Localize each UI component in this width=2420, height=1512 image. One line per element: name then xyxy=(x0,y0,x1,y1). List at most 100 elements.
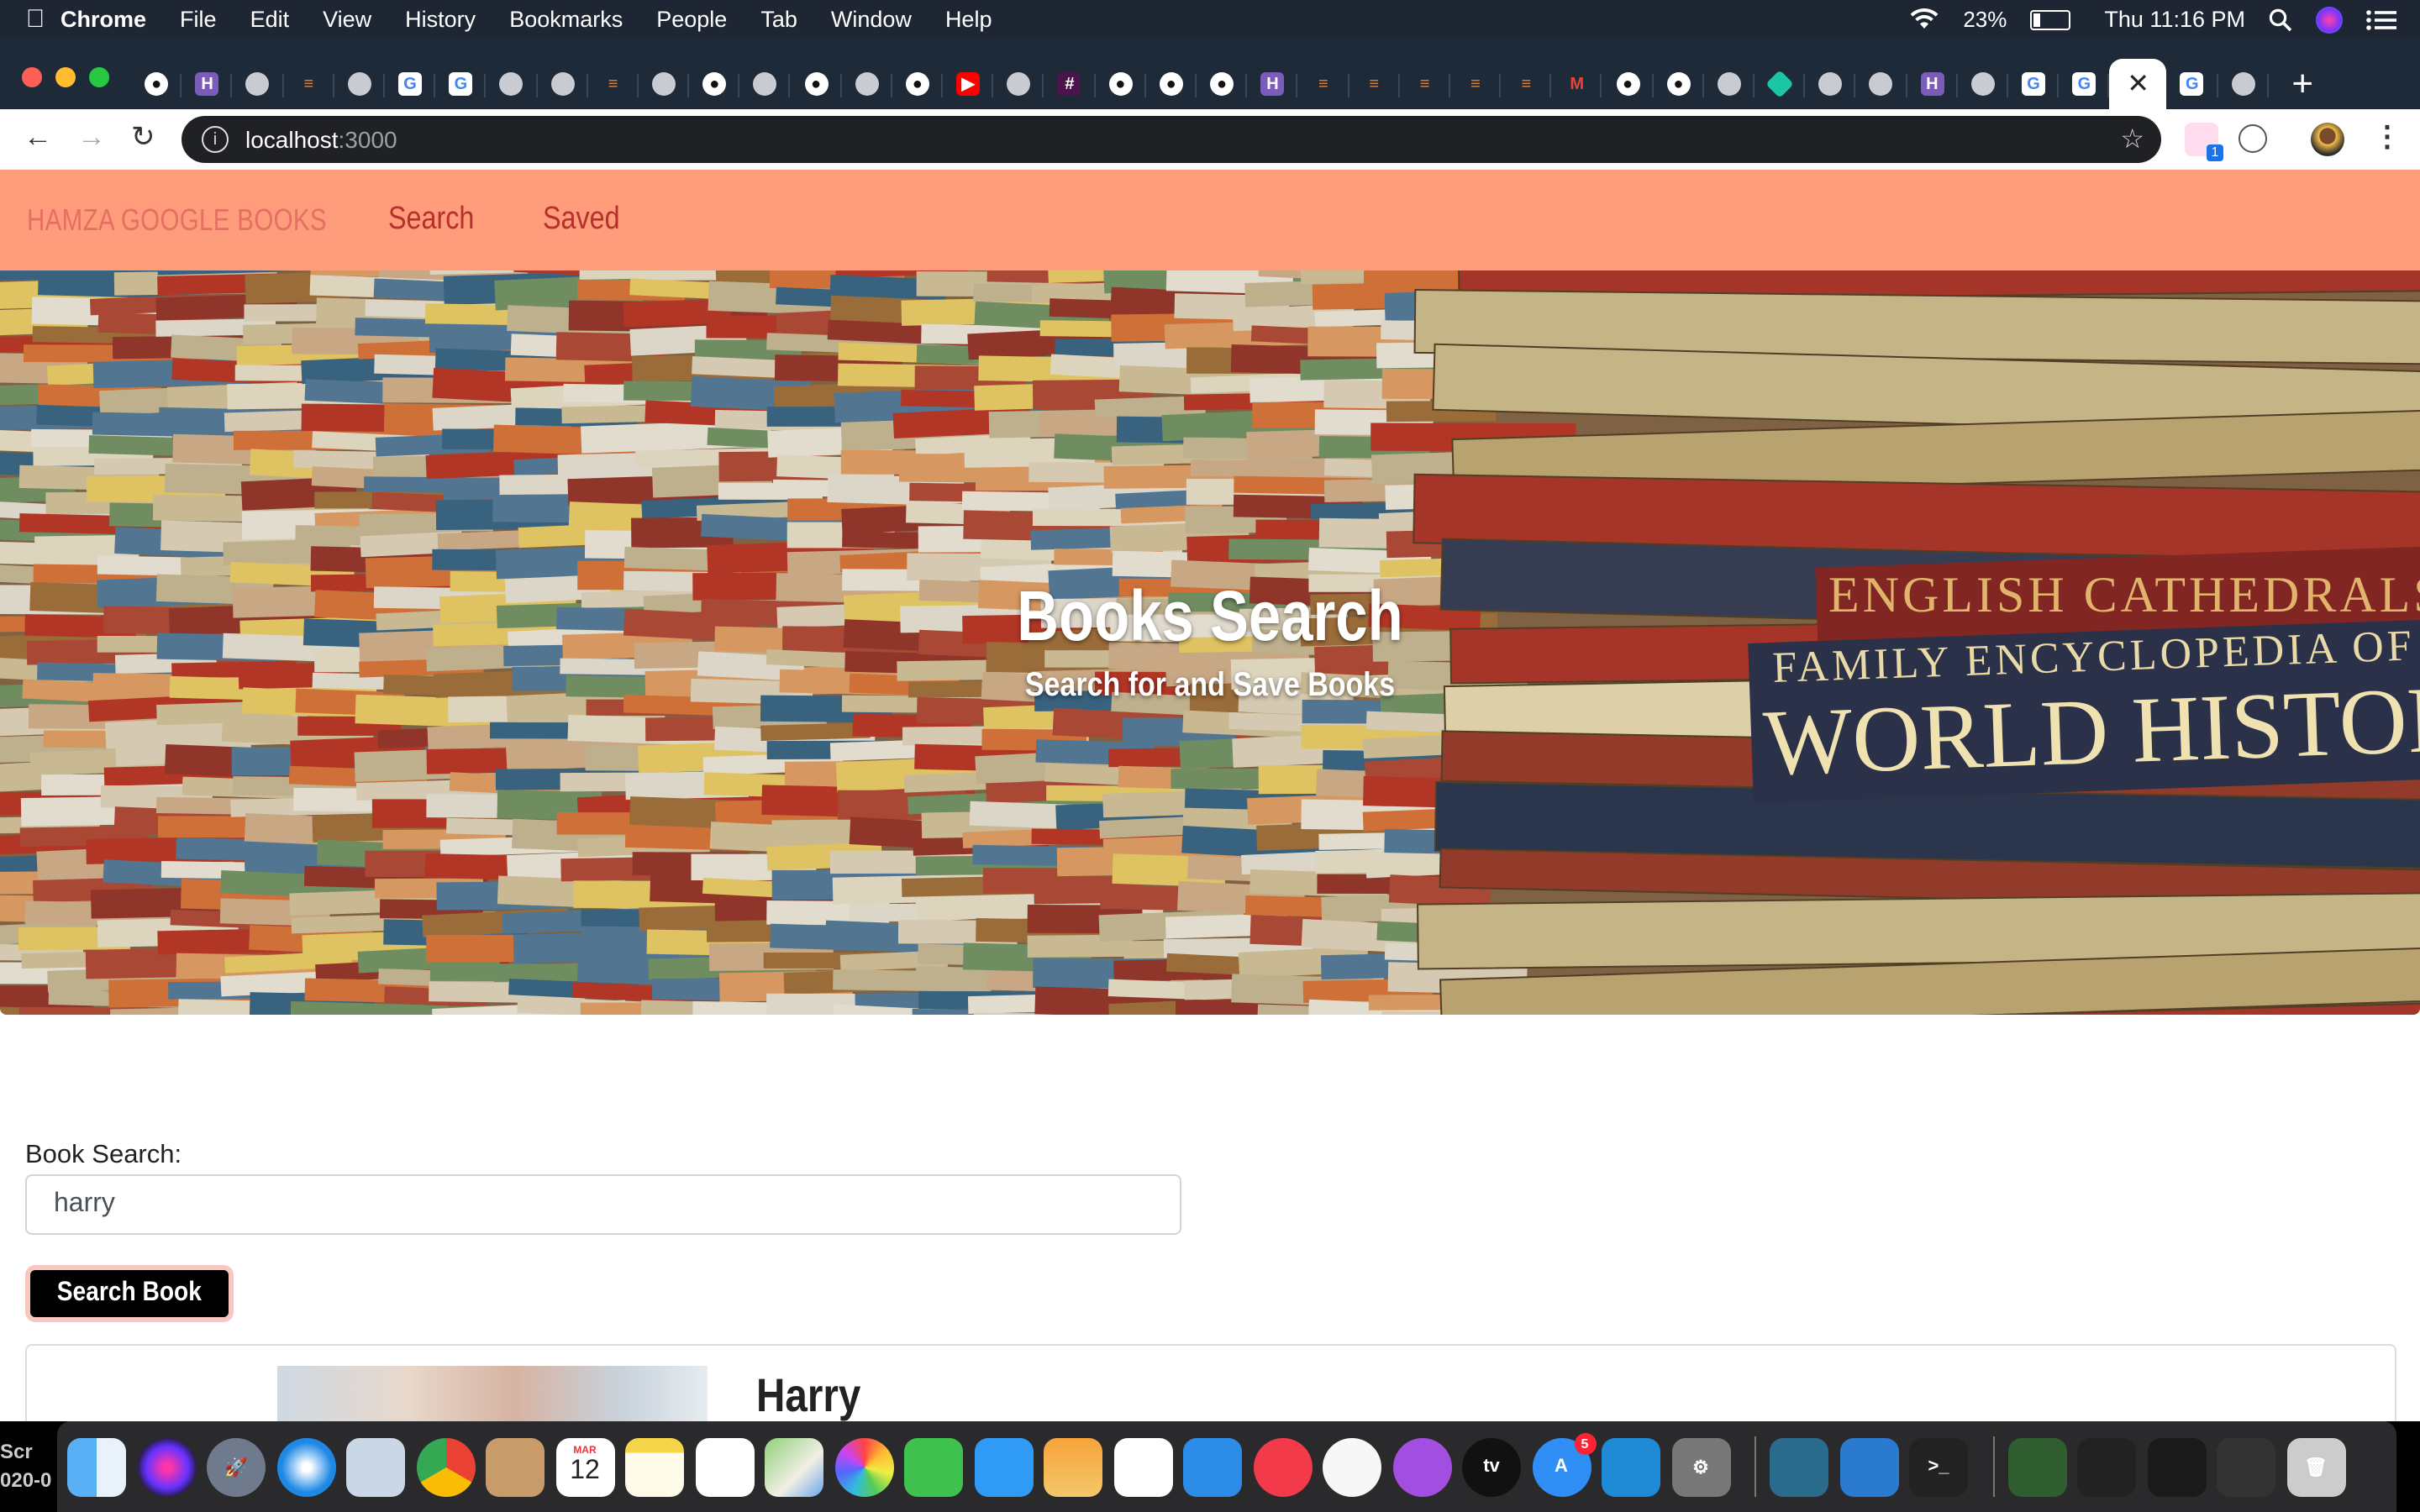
menu-edit[interactable]: Edit xyxy=(250,7,290,32)
maps-icon[interactable] xyxy=(765,1437,823,1496)
browser-tab[interactable]: ● xyxy=(791,60,842,108)
browser-tab[interactable]: ● xyxy=(1602,60,1654,108)
browser-tab[interactable]: ▶ xyxy=(943,60,994,108)
browser-tab[interactable]: ● xyxy=(689,60,740,108)
trash-icon[interactable]: 🗑 xyxy=(2286,1437,2345,1496)
browser-tab[interactable]: ≡ xyxy=(1501,60,1552,108)
browser-tab[interactable]: ≡ xyxy=(1450,60,1502,108)
spotlight-search-icon[interactable] xyxy=(2269,8,2292,31)
new-tab-button[interactable]: + xyxy=(2291,62,2313,106)
menubar-clock[interactable]: Thu 11:16 PM xyxy=(2104,7,2245,32)
browser-tab[interactable] xyxy=(334,60,386,108)
browser-tab[interactable]: H xyxy=(1247,60,1299,108)
browser-tab[interactable] xyxy=(537,60,588,108)
finder-icon[interactable] xyxy=(67,1437,126,1496)
reload-button[interactable]: ↻ xyxy=(131,121,155,155)
browser-tab[interactable] xyxy=(487,60,538,108)
minimized-window-2-icon[interactable] xyxy=(2077,1437,2136,1496)
browser-tab[interactable]: ≡ xyxy=(587,60,639,108)
notification-center-icon[interactable] xyxy=(2366,9,2396,29)
mysql-workbench-icon[interactable] xyxy=(1770,1437,1828,1496)
minimized-window-4-icon[interactable] xyxy=(2217,1437,2275,1496)
browser-tab[interactable] xyxy=(1704,60,1755,108)
menu-tab[interactable]: Tab xyxy=(760,7,797,32)
address-bar[interactable]: i localhost:3000 ☆ xyxy=(182,116,2161,163)
menu-history[interactable]: History xyxy=(405,7,476,32)
browser-tab[interactable]: ≡ xyxy=(283,60,334,108)
browser-tab[interactable]: ≡ xyxy=(1298,60,1349,108)
browser-tab[interactable]: ● xyxy=(892,60,944,108)
keynote-icon[interactable] xyxy=(1183,1437,1242,1496)
browser-tab[interactable]: ≡ xyxy=(1399,60,1451,108)
launchpad-icon[interactable]: 🚀 xyxy=(207,1437,266,1496)
browser-tab[interactable]: G xyxy=(435,60,487,108)
notes-icon[interactable] xyxy=(625,1437,684,1496)
apple-menu-icon[interactable]:  xyxy=(10,5,60,34)
browser-tab[interactable] xyxy=(2217,60,2269,108)
desktop-file-label[interactable]: Scr 020-0 xyxy=(0,1438,57,1495)
menu-bookmarks[interactable]: Bookmarks xyxy=(509,7,623,32)
menu-view[interactable]: View xyxy=(323,7,371,32)
browser-tab[interactable] xyxy=(639,60,690,108)
browser-tab[interactable] xyxy=(1958,60,2009,108)
browser-tab[interactable] xyxy=(993,60,1045,108)
system-preferences-icon[interactable]: ⚙ xyxy=(1671,1437,1730,1496)
browser-tab[interactable]: ● xyxy=(1197,60,1248,108)
contacts-icon[interactable] xyxy=(486,1437,544,1496)
minimize-window-button[interactable] xyxy=(55,67,76,87)
messages-icon[interactable] xyxy=(974,1437,1033,1496)
extension-devtools-icon[interactable] xyxy=(2238,124,2267,153)
site-brand[interactable]: HAMZA GOOGLE BOOKS xyxy=(27,202,327,238)
browser-tab[interactable] xyxy=(740,60,792,108)
vscode-insiders-icon[interactable] xyxy=(1839,1437,1898,1496)
news-icon[interactable] xyxy=(1253,1437,1312,1496)
terminal-icon[interactable]: >_ xyxy=(1909,1437,1968,1496)
menu-people[interactable]: People xyxy=(656,7,727,32)
book-search-input[interactable] xyxy=(25,1174,1181,1235)
bookmark-star-icon[interactable]: ☆ xyxy=(2120,123,2144,156)
pages-icon[interactable] xyxy=(1044,1437,1102,1496)
browser-tab[interactable]: G xyxy=(2008,60,2060,108)
browser-tab[interactable]: M xyxy=(1552,60,1603,108)
siri-app-icon[interactable] xyxy=(137,1437,196,1496)
browser-tab[interactable] xyxy=(841,60,893,108)
chrome-menu-icon[interactable]: ⋮ xyxy=(2373,121,2402,155)
battery-icon[interactable] xyxy=(2030,9,2071,29)
profile-avatar[interactable] xyxy=(2311,123,2344,156)
search-book-button[interactable]: Search Book xyxy=(25,1265,234,1322)
back-button[interactable]: ← xyxy=(24,121,52,155)
menu-app-name[interactable]: Chrome xyxy=(60,7,146,32)
minimized-window-1-icon[interactable] xyxy=(2007,1437,2066,1496)
facetime-icon[interactable] xyxy=(904,1437,963,1496)
forward-button[interactable]: → xyxy=(77,121,106,155)
apple-tv-icon[interactable]: tv xyxy=(1462,1437,1521,1496)
music-icon[interactable] xyxy=(1323,1437,1381,1496)
browser-tab[interactable]: ● xyxy=(1653,60,1705,108)
browser-tab[interactable]: G xyxy=(2059,60,2111,108)
calendar-icon[interactable]: MAR 12 xyxy=(555,1437,614,1496)
minimized-window-3-icon[interactable] xyxy=(2147,1437,2206,1496)
photos-icon[interactable] xyxy=(834,1437,893,1496)
browser-tab[interactable]: ● xyxy=(131,60,182,108)
reminders-icon[interactable] xyxy=(695,1437,754,1496)
browser-tab[interactable]: ● xyxy=(1095,60,1146,108)
wifi-icon[interactable] xyxy=(1909,8,1939,30)
zoom-window-button[interactable] xyxy=(89,67,109,87)
browser-tab[interactable] xyxy=(233,60,284,108)
browser-tab[interactable]: # xyxy=(1044,60,1096,108)
app-store-icon[interactable]: A5 xyxy=(1532,1432,1596,1496)
mail-bird-icon[interactable] xyxy=(346,1437,405,1496)
close-tab-icon[interactable]: ✕ xyxy=(2127,67,2149,101)
chrome-icon[interactable] xyxy=(416,1437,475,1496)
browser-tab[interactable]: ● xyxy=(1146,60,1197,108)
browser-tab[interactable]: G xyxy=(385,60,436,108)
site-info-icon[interactable]: i xyxy=(202,126,229,153)
safari-icon[interactable] xyxy=(276,1437,335,1496)
browser-tab[interactable]: H xyxy=(1907,60,1958,108)
nav-saved-link[interactable]: Saved xyxy=(543,202,620,239)
browser-tab[interactable] xyxy=(1856,60,1907,108)
browser-tab[interactable] xyxy=(1805,60,1857,108)
siri-icon[interactable] xyxy=(2316,6,2343,33)
browser-tab[interactable] xyxy=(1754,60,1806,108)
browser-tab[interactable]: G xyxy=(2167,60,2218,108)
